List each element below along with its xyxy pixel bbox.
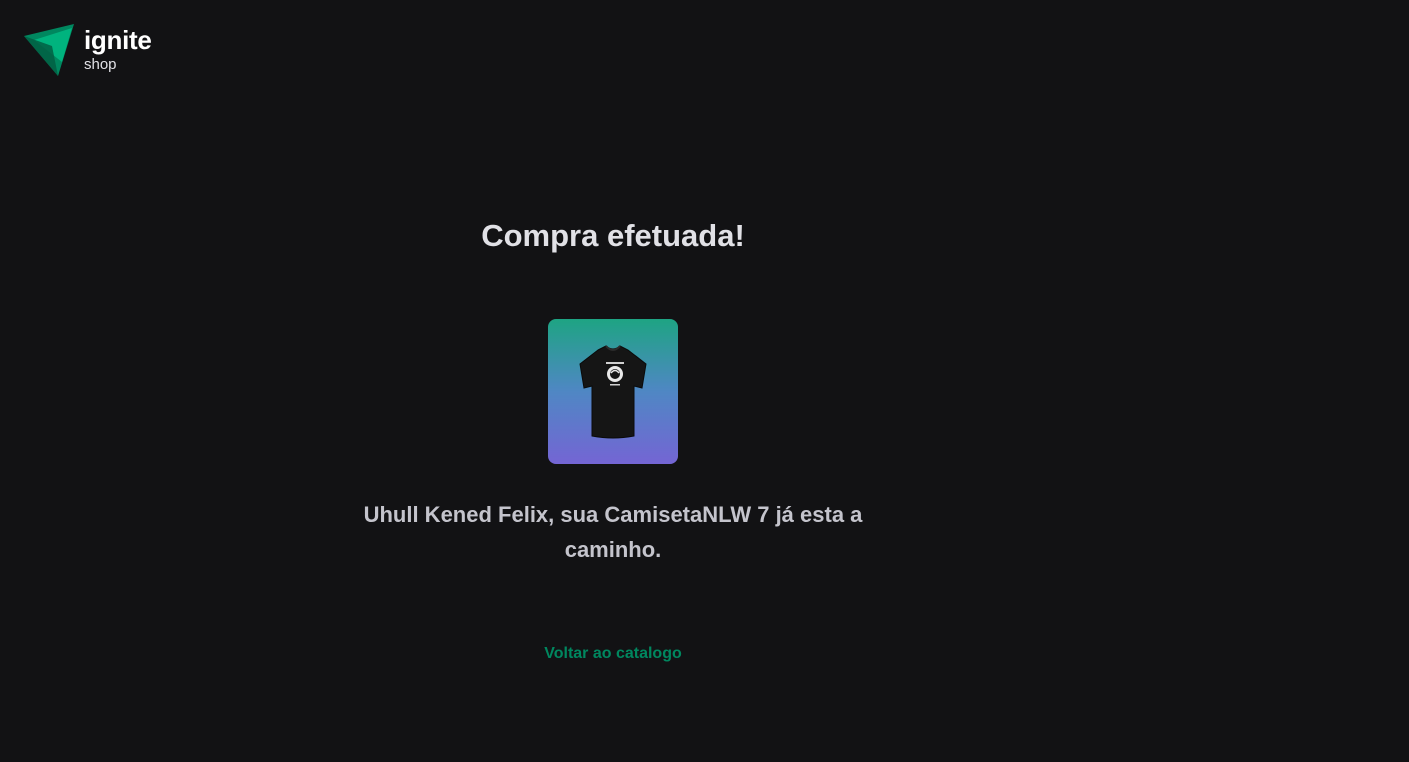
ignite-logo-icon <box>24 24 74 76</box>
success-container: Compra efetuada! Uhull Kened Felix, sua … <box>350 212 876 663</box>
page: ignite shop Compra efetuada! Uhull Kened… <box>0 0 1409 762</box>
logo-link[interactable]: ignite shop <box>22 22 152 78</box>
product-image-container <box>548 319 678 464</box>
logo-text: ignite shop <box>84 22 152 78</box>
logo-subtitle: shop <box>84 56 117 73</box>
black-tshirt-image <box>579 344 647 438</box>
logo-title: ignite <box>84 25 152 55</box>
page-title: Compra efetuada! <box>481 218 745 253</box>
confirmation-message: Uhull Kened Felix, sua CamisetaNLW 7 já … <box>363 502 863 562</box>
header: ignite shop <box>22 22 152 78</box>
back-to-catalog-link[interactable]: Voltar ao catalogo <box>544 645 682 663</box>
